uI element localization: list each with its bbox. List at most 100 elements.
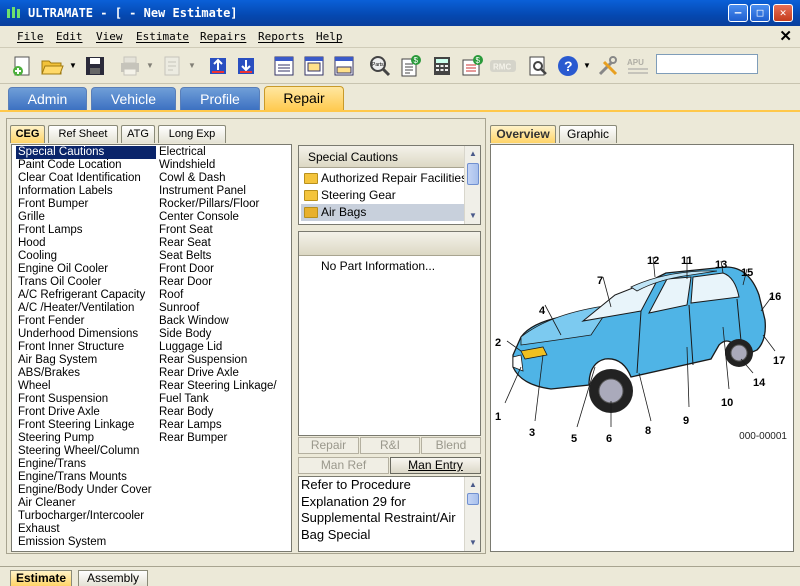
ceg-section-list[interactable]: Special Cautions Paint Code Location Clear… [11, 144, 292, 552]
menu-file[interactable]: File [17, 30, 44, 43]
repair-button[interactable]: Repair [298, 437, 359, 454]
ceg-item[interactable]: ABS/Brakes [16, 367, 156, 380]
ceg-item[interactable]: Roof [157, 289, 290, 302]
ceg-item[interactable]: Rear Body [157, 406, 290, 419]
vehicle-overview-graphic[interactable]: 1 2 3 4 5 6 7 8 9 10 11 12 13 14 15 16 17 000-00001 [490, 144, 794, 552]
ceg-item[interactable]: Front Steering Linkage [16, 419, 156, 432]
tab-assembly[interactable]: Assembly [78, 570, 148, 586]
tab-repair[interactable]: Repair [264, 86, 344, 112]
close-document-button[interactable]: ✕ [779, 27, 792, 45]
print-dropdown-arrow-icon[interactable]: ▼ [146, 61, 154, 70]
ceg-item[interactable]: Cooling [16, 250, 156, 263]
ceg-item[interactable]: Engine/Trans [16, 458, 156, 471]
menu-help[interactable]: Help [316, 30, 343, 43]
ceg-item-selected[interactable]: Special Cautions [16, 146, 156, 159]
caution-item[interactable]: Authorized Repair Facilities [301, 170, 464, 187]
ceg-item[interactable]: Center Console [157, 211, 290, 224]
print-icon[interactable] [118, 54, 142, 78]
ceg-item[interactable]: Turbocharger/Intercooler [16, 510, 156, 523]
panel-top-view-icon[interactable] [302, 54, 326, 78]
man-entry-button[interactable]: Man Entry [390, 457, 481, 474]
ceg-item[interactable]: Steering Pump [16, 432, 156, 445]
ceg-item[interactable]: Underhood Dimensions [16, 328, 156, 341]
caution-item-selected[interactable]: Air Bags [301, 204, 464, 221]
save-icon[interactable] [83, 54, 107, 78]
subtab-atg[interactable]: ATG [121, 125, 155, 143]
ceg-item[interactable]: Front Inner Structure [16, 341, 156, 354]
ceg-item[interactable]: Rear Lamps [157, 419, 290, 432]
ceg-item[interactable]: Rear Seat [157, 237, 290, 250]
maximize-button[interactable]: □ [750, 4, 770, 22]
ceg-item[interactable]: Rocker/Pillars/Floor [157, 198, 290, 211]
new-estimate-icon[interactable] [10, 54, 34, 78]
ceg-item[interactable]: Windshield [157, 159, 290, 172]
preview-icon[interactable] [160, 54, 184, 78]
ceg-item[interactable]: Wheel [16, 380, 156, 393]
ceg-item[interactable]: Front Drive Axle [16, 406, 156, 419]
subtab-long-exp[interactable]: Long Exp [158, 125, 226, 143]
ceg-item[interactable]: Clear Coat Identification [16, 172, 156, 185]
scroll-up-arrow-icon[interactable]: ▲ [466, 147, 480, 161]
ceg-item[interactable]: Air Cleaner [16, 497, 156, 510]
panel-split-view-icon[interactable] [332, 54, 356, 78]
ceg-item[interactable]: A/C Refrigerant Capacity [16, 289, 156, 302]
ceg-item[interactable]: Engine/Trans Mounts [16, 471, 156, 484]
menu-reports[interactable]: Reports [258, 30, 304, 43]
ceg-item[interactable]: Front Fender [16, 315, 156, 328]
ceg-item[interactable]: Exhaust [16, 523, 156, 536]
ceg-item[interactable]: Fuel Tank [157, 393, 290, 406]
ceg-item[interactable]: Rear Door [157, 276, 290, 289]
tab-estimate[interactable]: Estimate [10, 570, 72, 586]
ceg-item[interactable]: Engine/Body Under Cover [16, 484, 156, 497]
r-and-i-button[interactable]: R&I [360, 437, 420, 454]
ceg-item[interactable]: Rear Bumper [157, 432, 290, 445]
open-dropdown-arrow-icon[interactable]: ▼ [69, 61, 77, 70]
preview-dropdown-arrow-icon[interactable]: ▼ [188, 61, 196, 70]
menu-view[interactable]: View [96, 30, 123, 43]
ceg-item[interactable]: Back Window [157, 315, 290, 328]
ceg-item[interactable]: Rear Suspension [157, 354, 290, 367]
ceg-item[interactable]: Air Bag System [16, 354, 156, 367]
ceg-item[interactable]: Electrical [157, 146, 290, 159]
ceg-item[interactable]: Paint Code Location [16, 159, 156, 172]
ceg-item[interactable]: Front Seat [157, 224, 290, 237]
blend-button[interactable]: Blend [421, 437, 481, 454]
ceg-item[interactable]: Engine Oil Cooler [16, 263, 156, 276]
apu-icon[interactable]: APU [626, 54, 650, 78]
ceg-item[interactable]: Front Door [157, 263, 290, 276]
ceg-item[interactable]: Hood [16, 237, 156, 250]
transfer-upload-icon[interactable] [206, 54, 230, 78]
tools-icon[interactable] [596, 54, 620, 78]
ceg-item[interactable]: Front Suspension [16, 393, 156, 406]
ceg-item[interactable]: Sunroof [157, 302, 290, 315]
car-diagram[interactable] [491, 145, 795, 445]
ceg-item[interactable]: Front Lamps [16, 224, 156, 237]
subtab-ceg[interactable]: CEG [10, 125, 45, 143]
subtab-ref-sheet[interactable]: Ref Sheet [48, 125, 118, 143]
ceg-item[interactable]: Luggage Lid [157, 341, 290, 354]
document-search-icon[interactable] [526, 54, 550, 78]
labor-rates-dollar-icon[interactable]: $ [460, 54, 484, 78]
menu-repairs[interactable]: Repairs [200, 30, 246, 43]
help-dropdown-arrow-icon[interactable]: ▼ [583, 61, 591, 70]
toolbar-search-input[interactable] [656, 54, 758, 74]
special-cautions-list[interactable]: Special Cautions Authorized Repair Facil… [298, 145, 481, 225]
ceg-item[interactable]: Trans Oil Cooler [16, 276, 156, 289]
invoice-dollar-icon[interactable]: $ [398, 54, 422, 78]
tab-admin[interactable]: Admin [8, 87, 87, 111]
ceg-item[interactable]: Rear Steering Linkage/ [157, 380, 290, 393]
calculator-icon[interactable] [430, 54, 454, 78]
ceg-item[interactable]: Instrument Panel [157, 185, 290, 198]
parts-search-icon[interactable]: Parts [368, 54, 392, 78]
scroll-thumb[interactable] [467, 493, 479, 505]
ceg-item[interactable]: Grille [16, 211, 156, 224]
transfer-download-icon[interactable] [234, 54, 258, 78]
scroll-up-arrow-icon[interactable]: ▲ [466, 478, 480, 492]
note-scrollbar[interactable]: ▲ ▼ [464, 477, 480, 551]
help-icon[interactable]: ? [556, 54, 580, 78]
ceg-item[interactable]: Information Labels [16, 185, 156, 198]
menu-estimate[interactable]: Estimate [136, 30, 189, 43]
man-ref-button[interactable]: Man Ref [298, 457, 389, 474]
tab-graphic[interactable]: Graphic [559, 125, 617, 143]
ceg-item[interactable]: Cowl & Dash [157, 172, 290, 185]
